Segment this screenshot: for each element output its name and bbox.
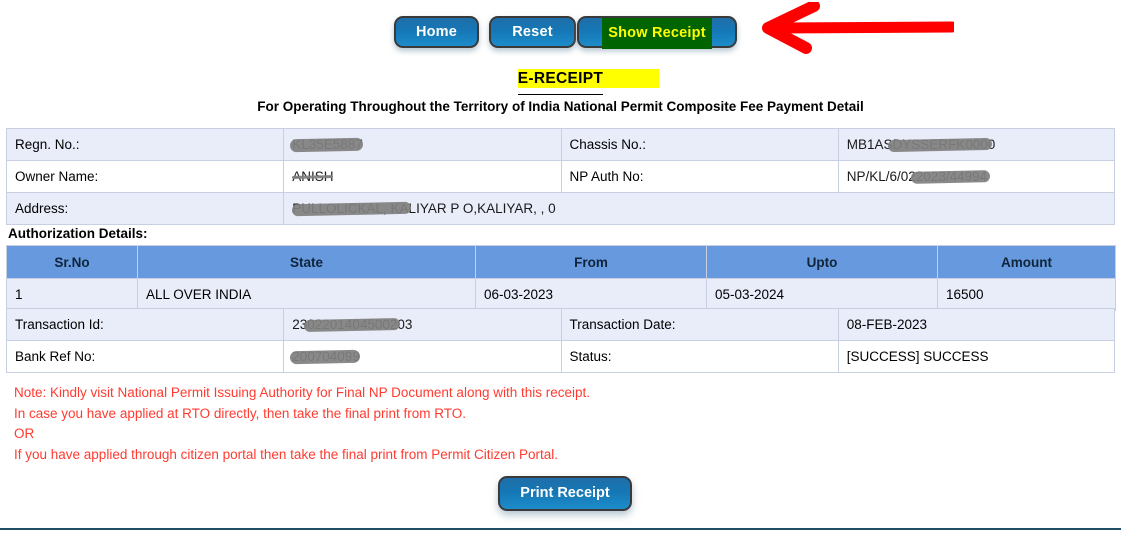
- table-row: Regn. No.: KL35E5887 Chassis No.: MB1ASD…: [5, 128, 1116, 161]
- print-receipt-button-label: Print Receipt: [520, 485, 610, 501]
- authorization-details-heading: Authorization Details:: [8, 226, 148, 241]
- column-header-upto: Upto: [706, 245, 938, 279]
- bank-ref-no-label: Bank Ref No:: [5, 340, 285, 373]
- table-row: Owner Name: ANISH NP Auth No: NP/KL/6/02…: [5, 160, 1116, 193]
- transaction-id-redacted-value: 2302201404500203: [292, 317, 413, 332]
- table-row: Address: PULLOLICKAL, KALIYAR P O,KALIYA…: [5, 192, 1115, 225]
- reset-button-label: Reset: [512, 24, 553, 40]
- notes-block: Note: Kindly visit National Permit Issui…: [14, 383, 590, 465]
- cell-from: 06-03-2023: [475, 278, 707, 311]
- address-redacted-value: PULLOLICKAL, KALIYAR P O,KALIYAR, , 0: [292, 201, 556, 216]
- top-toolbar: Home Reset Show Receipt: [0, 8, 1121, 50]
- table-row: 1 ALL OVER INDIA 06-03-2023 05-03-2024 1…: [6, 278, 1116, 311]
- receipt-title-container: E-RECEIPT: [0, 69, 1121, 95]
- authorization-details-table: Sr.No State From Upto Amount 1 ALL OVER …: [6, 245, 1116, 311]
- regn-no-value: KL35E5887: [283, 128, 562, 161]
- chassis-no-redacted-value: MB1ASDYSSERFK0000: [846, 137, 996, 152]
- owner-name-label: Owner Name:: [5, 160, 285, 193]
- bank-ref-no-redacted-value: 200704099: [292, 349, 360, 364]
- print-receipt-button[interactable]: Print Receipt: [498, 476, 632, 511]
- page-title: E-RECEIPT: [517, 69, 604, 95]
- reset-button[interactable]: Reset: [489, 16, 576, 48]
- note-line-2: In case you have applied at RTO directly…: [14, 405, 466, 421]
- transaction-id-value: 2302201404500203: [283, 308, 562, 341]
- regn-no-label: Regn. No.:: [5, 128, 285, 161]
- owner-name-redacted-value: ANISH: [292, 169, 334, 184]
- note-line-1: Note: Kindly visit National Permit Issui…: [14, 385, 591, 400]
- address-value: PULLOLICKAL, KALIYAR P O,KALIYAR, , 0: [283, 192, 1115, 225]
- cell-srno: 1: [6, 278, 138, 311]
- page-title-text: E-RECEIPT: [517, 69, 604, 88]
- home-button-label: Home: [415, 24, 458, 40]
- show-receipt-button[interactable]: Show Receipt: [577, 16, 737, 49]
- cell-amount: 16500: [937, 278, 1116, 311]
- bank-ref-no-value: 200704099: [283, 340, 562, 373]
- column-header-srno: Sr.No: [6, 245, 138, 279]
- np-auth-no-redacted-value: NP/KL/6/022023/44994: [846, 169, 988, 184]
- column-header-amount: Amount: [937, 245, 1116, 279]
- footer-divider: [0, 528, 1121, 530]
- np-auth-no-value: NP/KL/6/022023/44994: [837, 160, 1116, 193]
- status-value: [SUCCESS] SUCCESS: [837, 340, 1116, 373]
- transaction-details-table: Transaction Id: 2302201404500203 Transac…: [5, 308, 1116, 373]
- regn-no-redacted-value: KL35E5887: [292, 137, 363, 152]
- status-label: Status:: [560, 340, 839, 373]
- cell-state: ALL OVER INDIA: [137, 278, 476, 311]
- note-line-3: OR: [14, 426, 35, 441]
- page-subtitle: For Operating Throughout the Territory o…: [257, 99, 864, 114]
- table-row: Transaction Id: 2302201404500203 Transac…: [5, 308, 1116, 341]
- table-header-row: Sr.No State From Upto Amount: [6, 245, 1116, 279]
- column-header-state: State: [137, 245, 476, 279]
- transaction-date-label: Transaction Date:: [560, 308, 839, 341]
- title-underline: [517, 94, 604, 95]
- transaction-id-label: Transaction Id:: [5, 308, 285, 341]
- show-receipt-button-label: Show Receipt: [602, 18, 712, 49]
- cell-upto: 05-03-2024: [706, 278, 938, 311]
- owner-name-value: ANISH: [283, 160, 562, 193]
- transaction-date-value: 08-FEB-2023: [837, 308, 1116, 341]
- address-label: Address:: [5, 192, 285, 225]
- np-auth-no-label: NP Auth No:: [560, 160, 839, 193]
- vehicle-details-table: Regn. No.: KL35E5887 Chassis No.: MB1ASD…: [5, 128, 1116, 225]
- chassis-no-value: MB1ASDYSSERFK0000: [837, 128, 1116, 161]
- note-line-4: If you have applied through citizen port…: [14, 446, 559, 462]
- column-header-from: From: [475, 245, 707, 279]
- chassis-no-label: Chassis No.:: [560, 128, 839, 161]
- table-row: Bank Ref No: 200704099 Status: [SUCCESS]…: [5, 340, 1116, 373]
- home-button[interactable]: Home: [394, 16, 479, 48]
